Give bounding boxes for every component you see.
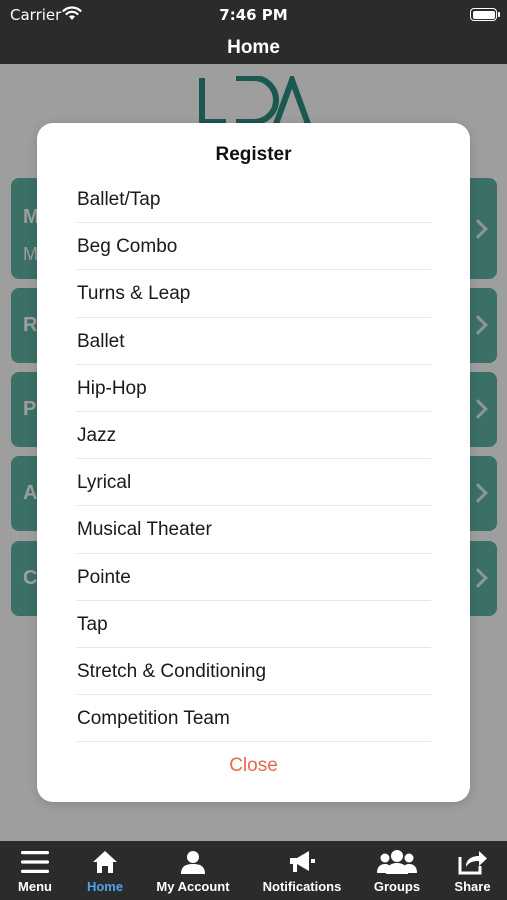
register-option[interactable]: Hip-Hop bbox=[76, 365, 431, 412]
tab-bar: Menu Home My Account Notifications Group… bbox=[0, 841, 507, 900]
tab-home[interactable]: Home bbox=[70, 841, 140, 900]
status-bar: Carrier 7:46 PM bbox=[0, 0, 507, 32]
register-option[interactable]: Ballet/Tap bbox=[76, 176, 431, 224]
tab-label: Share bbox=[454, 879, 491, 894]
tab-menu[interactable]: Menu bbox=[0, 841, 70, 900]
close-button[interactable]: Close bbox=[37, 755, 470, 777]
register-option[interactable]: Beg Combo bbox=[76, 223, 431, 271]
modal-title: Register bbox=[215, 144, 292, 165]
tab-my-account[interactable]: My Account bbox=[140, 841, 246, 900]
tab-share[interactable]: Share bbox=[438, 841, 507, 900]
tab-label: Groups bbox=[373, 879, 421, 894]
page-title: Home bbox=[227, 37, 280, 58]
register-option[interactable]: Turns & Leap bbox=[76, 270, 431, 318]
register-modal: Register Ballet/Tap Beg Combo Turns & Le… bbox=[37, 123, 470, 802]
person-icon bbox=[181, 851, 205, 874]
register-option[interactable]: Pointe bbox=[76, 554, 431, 601]
register-options-list: Ballet/Tap Beg Combo Turns & Leap Ballet… bbox=[76, 176, 431, 743]
home-icon bbox=[93, 851, 117, 873]
tab-groups[interactable]: Groups bbox=[360, 841, 434, 900]
register-option[interactable]: Tap bbox=[76, 601, 431, 648]
register-option[interactable]: Ballet bbox=[76, 318, 431, 365]
register-option[interactable]: Competition Team bbox=[76, 695, 431, 743]
clock: 7:46 PM bbox=[219, 6, 288, 24]
tab-label: My Account bbox=[156, 879, 230, 894]
tab-notifications[interactable]: Notifications bbox=[250, 841, 354, 900]
tab-label: Home bbox=[86, 879, 124, 894]
register-option[interactable]: Jazz bbox=[76, 412, 431, 460]
menu-icon bbox=[21, 851, 49, 873]
register-option[interactable]: Lyrical bbox=[76, 459, 431, 507]
nav-bar: Home bbox=[0, 32, 507, 64]
groups-icon bbox=[377, 850, 417, 874]
megaphone-icon bbox=[290, 851, 315, 872]
tab-label: Notifications bbox=[262, 879, 342, 894]
register-option[interactable]: Stretch & Conditioning bbox=[76, 648, 431, 696]
tab-label: Menu bbox=[18, 879, 52, 894]
battery-icon bbox=[470, 8, 500, 21]
share-icon bbox=[458, 851, 487, 875]
register-option[interactable]: Musical Theater bbox=[76, 506, 431, 554]
